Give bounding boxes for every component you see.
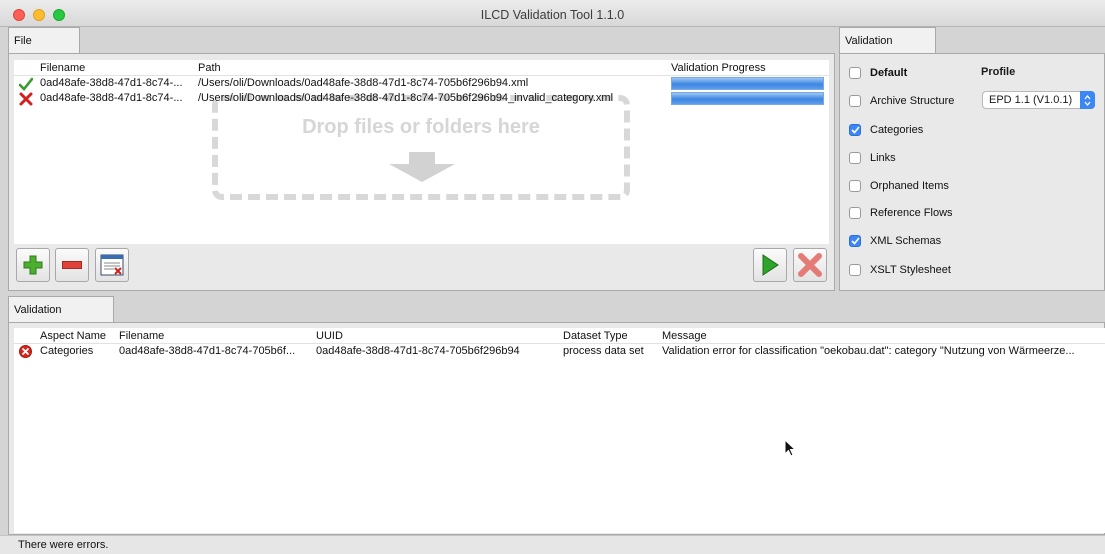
aspect-reference-flows[interactable]: Reference Flows — [849, 205, 953, 221]
profile-label: Profile — [981, 66, 1016, 78]
message-text: Validation error for classification "oek… — [662, 345, 1075, 357]
mouse-cursor-icon — [784, 439, 796, 457]
play-icon — [762, 254, 779, 276]
tab-file-selection[interactable]: File Selection — [8, 27, 80, 74]
column-header-aspect-name[interactable]: Aspect Name — [40, 330, 106, 342]
aspect-xslt-stylesheet[interactable]: XSLT Stylesheet — [849, 262, 951, 278]
profile-select[interactable]: EPD 1.1 (V1.0.1) — [982, 91, 1095, 109]
messages-list[interactable] — [14, 328, 1105, 533]
checkbox-xslt-stylesheet[interactable] — [849, 264, 861, 276]
checkbox-categories[interactable] — [849, 124, 861, 136]
column-header-progress[interactable]: Validation Progress — [671, 62, 766, 74]
clear-list-button[interactable] — [95, 248, 129, 282]
cancel-x-icon — [798, 253, 822, 277]
checkbox-archive-structure[interactable] — [849, 95, 861, 107]
header-divider — [14, 343, 1105, 344]
minus-icon — [62, 261, 82, 269]
file-name: 0ad48afe-38d8-47d1-8c74-... — [40, 92, 183, 104]
check-icon — [850, 237, 860, 245]
drop-zone[interactable] — [212, 95, 630, 200]
checkbox-xml-schemas[interactable] — [849, 235, 861, 247]
plus-icon — [23, 255, 43, 275]
column-header-filename[interactable]: Filename — [119, 330, 164, 342]
run-validation-button[interactable] — [753, 248, 787, 282]
aspect-links[interactable]: Links — [849, 150, 896, 166]
column-header-message[interactable]: Message — [662, 330, 707, 342]
drop-hint: Drop files or folders here — [302, 116, 540, 138]
header-divider — [14, 75, 829, 76]
tab-validation-aspects[interactable]: Validation Aspects — [839, 27, 936, 74]
column-header-path[interactable]: Path — [198, 62, 221, 74]
tab-validation-messages[interactable]: Validation Messages — [8, 296, 114, 343]
validation-progress-bar — [671, 92, 824, 105]
message-dataset-type: process data set — [563, 345, 644, 357]
aspect-xml-schemas[interactable]: XML Schemas — [849, 233, 941, 249]
check-icon — [850, 126, 860, 134]
aspect-categories[interactable]: Categories — [849, 122, 923, 138]
column-header-dataset-type[interactable]: Dataset Type — [563, 330, 628, 342]
add-files-button[interactable] — [16, 248, 50, 282]
aspect-orphaned-items[interactable]: Orphaned Items — [849, 178, 949, 194]
remove-files-button[interactable] — [55, 248, 89, 282]
red-x-icon — [19, 92, 33, 106]
error-icon — [19, 345, 32, 358]
validation-aspects-panel — [839, 53, 1105, 291]
file-path: /Users/oli/Downloads/0ad48afe-38d8-47d1-… — [198, 92, 614, 104]
validation-progress-bar — [671, 77, 824, 90]
clear-list-icon — [100, 254, 124, 276]
aspect-archive-structure[interactable]: Archive Structure — [849, 93, 954, 109]
window-title: ILCD Validation Tool 1.1.0 — [480, 8, 625, 22]
file-name: 0ad48afe-38d8-47d1-8c74-... — [40, 77, 183, 89]
message-uuid: 0ad48afe-38d8-47d1-8c74-705b6f296b94 — [316, 345, 520, 357]
message-aspect: Categories — [40, 345, 94, 357]
aspect-default[interactable]: Default — [849, 65, 907, 81]
checkbox-links[interactable] — [849, 152, 861, 164]
status-bar: There were errors. — [0, 535, 1105, 554]
checkmark-icon — [19, 77, 33, 91]
checkbox-reference-flows[interactable] — [849, 207, 861, 219]
message-filename: 0ad48afe-38d8-47d1-8c74-705b6f... — [119, 345, 296, 357]
checkbox-orphaned-items[interactable] — [849, 180, 861, 192]
select-arrows-icon — [1080, 91, 1095, 109]
down-arrow-icon — [389, 152, 455, 182]
checkbox-default[interactable] — [849, 67, 861, 79]
title-bar: ILCD Validation Tool 1.1.0 — [0, 0, 1105, 27]
cancel-validation-button[interactable] — [793, 248, 827, 282]
column-header-uuid[interactable]: UUID — [316, 330, 343, 342]
column-header-filename[interactable]: Filename — [40, 62, 85, 74]
file-path: /Users/oli/Downloads/0ad48afe-38d8-47d1-… — [198, 77, 529, 89]
